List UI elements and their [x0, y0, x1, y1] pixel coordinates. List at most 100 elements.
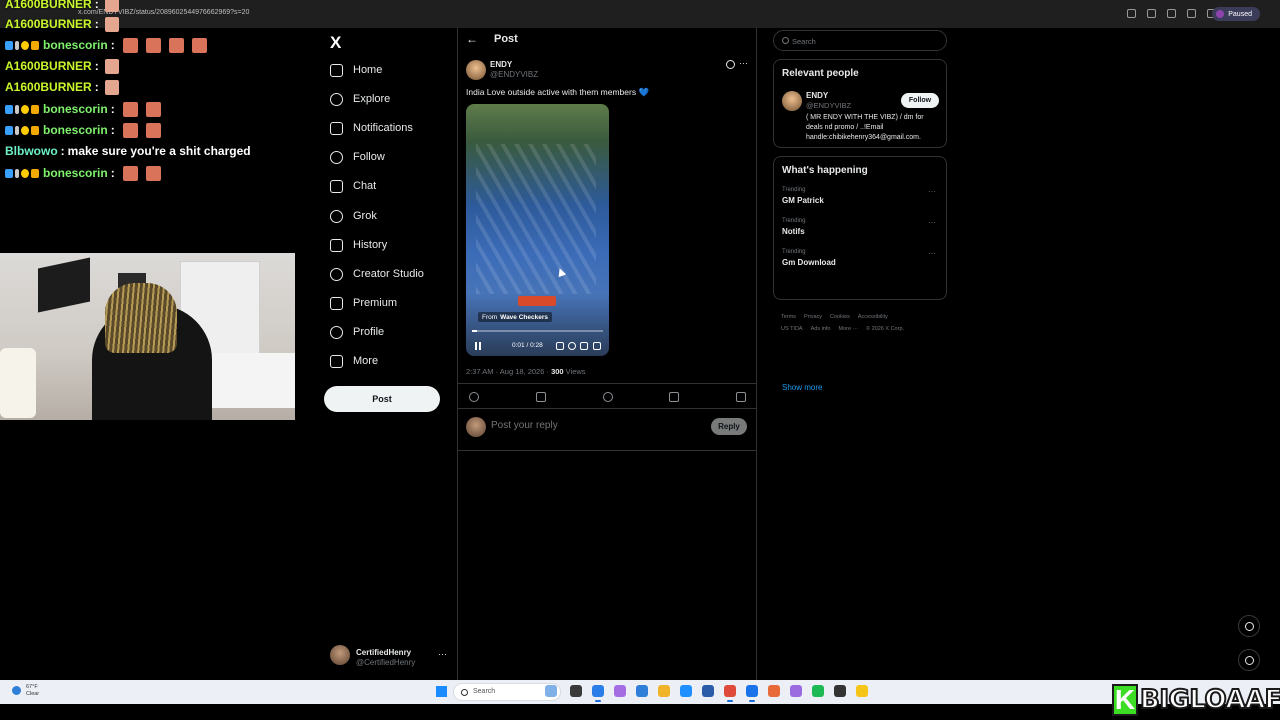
folder-app-icon[interactable]: [658, 685, 670, 697]
chat-username[interactable]: bonescorin: [43, 123, 108, 137]
follow-button[interactable]: Follow: [901, 93, 939, 108]
footer-link[interactable]: Cookies: [830, 314, 850, 320]
search-box[interactable]: Search: [773, 30, 947, 51]
chat-username[interactable]: bonescorin: [43, 166, 108, 180]
author-avatar[interactable]: [466, 60, 486, 80]
show-more-link[interactable]: Show more: [782, 383, 822, 392]
install-icon[interactable]: [1127, 9, 1136, 18]
star-icon[interactable]: [1147, 9, 1156, 18]
nav-item-home[interactable]: Home: [330, 58, 450, 82]
nav-item-label: Creator Studio: [353, 268, 424, 280]
mail-app-icon[interactable]: [680, 685, 692, 697]
weather-widget[interactable]: 67°F Clear: [12, 684, 39, 698]
puzzle-icon[interactable]: [1187, 9, 1196, 18]
video-progress-bar[interactable]: [472, 330, 603, 332]
badge-icon: [31, 40, 39, 50]
nav-item-creator-studio[interactable]: Creator Studio: [330, 262, 450, 286]
back-arrow-icon[interactable]: ←: [466, 32, 478, 46]
trend-more-icon[interactable]: ···: [928, 249, 936, 258]
extension-icon[interactable]: [1167, 9, 1176, 18]
volume-icon[interactable]: [556, 342, 564, 350]
chat-message: bonescorin:: [5, 35, 207, 55]
repost-icon[interactable]: [536, 392, 546, 402]
more-icon[interactable]: ···: [438, 649, 447, 659]
spotify-app-icon[interactable]: [812, 685, 824, 697]
footer-link[interactable]: US TIDA: [781, 326, 803, 332]
nav-item-profile[interactable]: Profile: [330, 320, 450, 344]
author-name[interactable]: ENDY: [490, 60, 512, 69]
browser-toolbar: x.com/ENDYVIBZ/status/208960254497666296…: [0, 0, 1280, 28]
game-app-icon[interactable]: [834, 685, 846, 697]
reply-button[interactable]: Reply: [711, 418, 747, 435]
nav-item-notifications[interactable]: Notifications: [330, 116, 450, 140]
pip-icon[interactable]: [580, 342, 588, 350]
nav-item-history[interactable]: History: [330, 233, 450, 257]
relevant-person-name[interactable]: ENDY: [806, 91, 828, 100]
profile-status-button[interactable]: Paused: [1212, 7, 1260, 21]
chat-username[interactable]: bonescorin: [43, 38, 108, 52]
nav-item-explore[interactable]: Explore: [330, 87, 450, 111]
like-icon[interactable]: [603, 392, 613, 402]
nav-item-grok[interactable]: Grok: [330, 204, 450, 228]
post-more-icon[interactable]: ···: [739, 58, 748, 68]
trend-item[interactable]: Trending GM Patrick ···: [782, 187, 940, 211]
reply-icon[interactable]: [469, 392, 479, 402]
active-app-indicator: [749, 700, 755, 702]
settings-icon[interactable]: [568, 342, 576, 350]
terminal-app-icon[interactable]: [570, 685, 582, 697]
copilot-app-icon[interactable]: [614, 685, 626, 697]
x-logo[interactable]: X: [330, 33, 341, 53]
chat-username[interactable]: bonescorin: [43, 102, 108, 116]
search-icon: [461, 689, 468, 696]
nav-item-chat[interactable]: Chat: [330, 174, 450, 198]
footer-link[interactable]: Ads info: [811, 326, 831, 332]
chat-username[interactable]: Blbwowo: [5, 144, 58, 158]
chrome-app-icon[interactable]: [724, 685, 736, 697]
trend-more-icon[interactable]: ···: [928, 187, 936, 196]
bookmark-icon[interactable]: [669, 392, 679, 402]
trend-item[interactable]: Trending Notifs ···: [782, 218, 940, 242]
windows-start-icon[interactable]: [436, 686, 447, 697]
views-count: 300: [551, 367, 564, 376]
messages-float-button[interactable]: [1238, 649, 1260, 671]
chat-username[interactable]: A1600BURNER: [5, 59, 92, 73]
fullscreen-icon[interactable]: [593, 342, 601, 350]
chat-username[interactable]: A1600BURNER: [5, 17, 92, 31]
video-source-label[interactable]: From Wave Checkers: [478, 312, 552, 322]
post-text-body: India Love outside active with them memb…: [466, 87, 637, 97]
warning-app-icon[interactable]: [856, 685, 868, 697]
store-app-icon[interactable]: [702, 685, 714, 697]
pause-icon[interactable]: [475, 342, 481, 350]
browser-app-icon[interactable]: [746, 685, 758, 697]
footer-link[interactable]: Accessibility: [858, 314, 888, 320]
boat-app-icon[interactable]: [545, 685, 557, 697]
nav-item-more[interactable]: More: [330, 349, 450, 373]
chat-username[interactable]: A1600BURNER: [5, 0, 92, 11]
footer-link[interactable]: © 2026 X Corp.: [866, 326, 904, 332]
footer-link[interactable]: More ···: [838, 326, 858, 332]
nav-item-label: Follow: [353, 151, 385, 163]
account-switcher[interactable]: CertifiedHenry @CertifiedHenry ···: [330, 645, 450, 669]
author-handle[interactable]: @ENDYVIBZ: [490, 70, 538, 79]
footer-link[interactable]: Privacy: [804, 314, 822, 320]
grok-float-button[interactable]: [1238, 615, 1260, 637]
trend-item[interactable]: Trending Gm Download ···: [782, 249, 940, 273]
nav-item-follow[interactable]: Follow: [330, 145, 450, 169]
chat-username[interactable]: A1600BURNER: [5, 80, 92, 94]
nav-item-premium[interactable]: Premium: [330, 291, 450, 315]
reply-input[interactable]: [491, 420, 691, 431]
relevant-person-avatar[interactable]: [782, 91, 802, 111]
brave-app-icon[interactable]: [768, 685, 780, 697]
footer-link[interactable]: Terms: [781, 314, 796, 320]
edge-app-icon[interactable]: [592, 685, 604, 697]
files-app-icon[interactable]: [636, 685, 648, 697]
grok-icon[interactable]: [726, 60, 735, 69]
search-icon: [782, 37, 789, 44]
trend-more-icon[interactable]: ···: [928, 218, 936, 227]
obs-app-icon[interactable]: [790, 685, 802, 697]
chat-separator: :: [110, 38, 115, 52]
more-icon: [330, 354, 343, 368]
post-button[interactable]: Post: [324, 386, 440, 412]
relevant-person-handle[interactable]: @ENDYVIBZ: [806, 101, 851, 110]
share-icon[interactable]: [736, 392, 746, 402]
